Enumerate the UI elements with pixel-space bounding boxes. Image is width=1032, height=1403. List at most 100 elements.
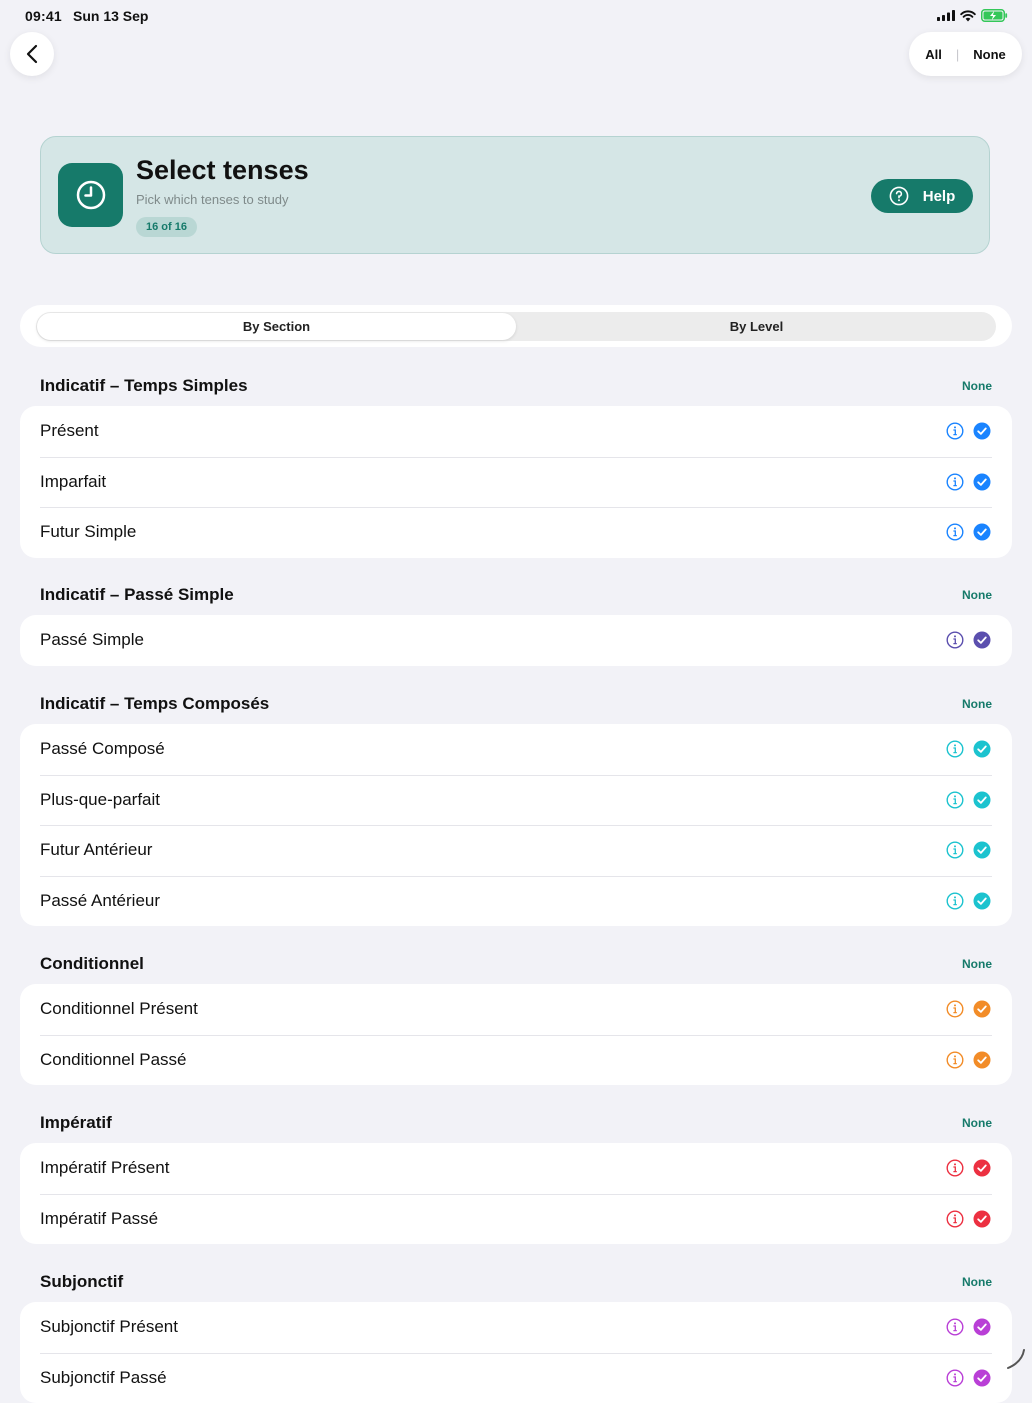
section-header: Indicatif – Temps Composés None bbox=[40, 694, 992, 716]
section-card: Présent Imparfait Futur Simple bbox=[20, 406, 1012, 558]
checkmark-circle-icon[interactable] bbox=[973, 473, 991, 491]
tense-label: Passé Simple bbox=[40, 630, 144, 650]
tense-row[interactable]: Impératif Présent bbox=[20, 1143, 1012, 1194]
selection-count-badge: 16 of 16 bbox=[136, 217, 197, 237]
select-all-button[interactable]: All bbox=[925, 47, 942, 62]
tense-label: Futur Simple bbox=[40, 522, 136, 542]
tense-row[interactable]: Plus-que-parfait bbox=[20, 775, 1012, 826]
info-icon[interactable] bbox=[946, 1210, 964, 1228]
status-icons bbox=[937, 9, 1008, 22]
checkmark-circle-icon[interactable] bbox=[973, 1318, 991, 1336]
header-card: Select tenses Pick which tenses to study… bbox=[40, 136, 990, 254]
section-header: Conditionnel None bbox=[40, 954, 992, 976]
select-all-none-control: All | None bbox=[909, 32, 1022, 76]
tense-row[interactable]: Présent bbox=[20, 406, 1012, 457]
section-card: Passé Composé Plus-que-parfait Futur Antér… bbox=[20, 724, 1012, 926]
checkmark-circle-icon[interactable] bbox=[973, 892, 991, 910]
checkmark-circle-icon[interactable] bbox=[973, 631, 991, 649]
checkmark-circle-icon[interactable] bbox=[973, 841, 991, 859]
section-header: Indicatif – Temps Simples None bbox=[40, 376, 992, 398]
info-icon[interactable] bbox=[946, 1051, 964, 1069]
info-icon[interactable] bbox=[946, 892, 964, 910]
info-icon[interactable] bbox=[946, 791, 964, 809]
section-none-button[interactable]: None bbox=[962, 957, 992, 971]
tense-row[interactable]: Subjonctif Présent bbox=[20, 1302, 1012, 1353]
section-header: Indicatif – Passé Simple None bbox=[40, 585, 992, 607]
info-icon[interactable] bbox=[946, 473, 964, 491]
resize-handle-icon bbox=[1004, 1348, 1026, 1370]
section-none-button[interactable]: None bbox=[962, 697, 992, 711]
checkmark-circle-icon[interactable] bbox=[973, 523, 991, 541]
status-bar: 09:41 Sun 13 Sep bbox=[0, 0, 1032, 32]
view-segmented-control: By Section By Level bbox=[20, 305, 1012, 347]
tense-row[interactable]: Subjonctif Passé bbox=[20, 1353, 1012, 1403]
section-none-button[interactable]: None bbox=[962, 1275, 992, 1289]
page-title: Select tenses bbox=[136, 155, 309, 186]
section-header: Subjonctif None bbox=[40, 1272, 992, 1294]
tab-by-level[interactable]: By Level bbox=[517, 312, 996, 341]
checkmark-circle-icon[interactable] bbox=[973, 422, 991, 440]
help-button[interactable]: Help bbox=[871, 179, 973, 213]
section-header: ImpératifNone bbox=[40, 1113, 992, 1135]
back-button[interactable] bbox=[10, 32, 54, 76]
checkmark-circle-icon[interactable] bbox=[973, 1210, 991, 1228]
section-card: Subjonctif Présent Subjonctif Passé bbox=[20, 1302, 1012, 1403]
tense-label: Imparfait bbox=[40, 472, 106, 492]
tense-label: Futur Antérieur bbox=[40, 840, 152, 860]
section-card: Impératif Présent Impératif Passé bbox=[20, 1143, 1012, 1244]
info-icon[interactable] bbox=[946, 1000, 964, 1018]
section-title: Subjonctif bbox=[40, 1272, 123, 1292]
tense-row[interactable]: Futur Antérieur bbox=[20, 825, 1012, 876]
info-icon[interactable] bbox=[946, 841, 964, 859]
section-none-button[interactable]: None bbox=[962, 379, 992, 393]
tense-row[interactable]: Imparfait bbox=[20, 457, 1012, 508]
tense-row[interactable]: Passé Composé bbox=[20, 724, 1012, 775]
tense-row[interactable]: Conditionnel Passé bbox=[20, 1035, 1012, 1086]
checkmark-circle-icon[interactable] bbox=[973, 1051, 991, 1069]
info-icon[interactable] bbox=[946, 422, 964, 440]
section-none-button[interactable]: None bbox=[962, 1116, 992, 1130]
section-title: Indicatif – Temps Simples bbox=[40, 376, 248, 396]
section-card: Conditionnel PrésentConditionnel Passé bbox=[20, 984, 1012, 1085]
section-title: Indicatif – Passé Simple bbox=[40, 585, 234, 605]
checkmark-circle-icon[interactable] bbox=[973, 791, 991, 809]
checkmark-circle-icon[interactable] bbox=[973, 1000, 991, 1018]
tense-label: Plus-que-parfait bbox=[40, 790, 160, 810]
wifi-icon bbox=[960, 10, 976, 22]
checkmark-circle-icon[interactable] bbox=[973, 1159, 991, 1177]
select-none-button[interactable]: None bbox=[973, 47, 1006, 62]
tense-label: Présent bbox=[40, 421, 99, 441]
info-icon[interactable] bbox=[946, 1318, 964, 1336]
chevron-left-icon bbox=[25, 44, 39, 64]
info-icon[interactable] bbox=[946, 1369, 964, 1387]
section-card: Passé Simple bbox=[20, 615, 1012, 666]
help-label: Help bbox=[923, 188, 956, 205]
divider: | bbox=[956, 47, 959, 62]
status-time: 09:41 bbox=[25, 8, 62, 24]
cellular-signal-icon bbox=[937, 10, 955, 21]
info-icon[interactable] bbox=[946, 631, 964, 649]
info-icon[interactable] bbox=[946, 523, 964, 541]
tense-label: Impératif Présent bbox=[40, 1158, 169, 1178]
info-icon[interactable] bbox=[946, 1159, 964, 1177]
checkmark-circle-icon[interactable] bbox=[973, 740, 991, 758]
tense-row[interactable]: Impératif Passé bbox=[20, 1194, 1012, 1245]
status-date: Sun 13 Sep bbox=[73, 8, 148, 24]
page-subtitle: Pick which tenses to study bbox=[136, 192, 288, 207]
segment-track: By Section By Level bbox=[36, 312, 996, 341]
tense-label: Passé Antérieur bbox=[40, 891, 160, 911]
tense-label: Subjonctif Passé bbox=[40, 1368, 167, 1388]
tab-by-section[interactable]: By Section bbox=[37, 313, 516, 340]
tense-row[interactable]: Futur Simple bbox=[20, 507, 1012, 558]
section-title: Indicatif – Temps Composés bbox=[40, 694, 269, 714]
tense-row[interactable]: Passé Antérieur bbox=[20, 876, 1012, 927]
tense-label: Subjonctif Présent bbox=[40, 1317, 178, 1337]
info-icon[interactable] bbox=[946, 740, 964, 758]
tense-label: Impératif Passé bbox=[40, 1209, 158, 1229]
tense-row[interactable]: Passé Simple bbox=[20, 615, 1012, 666]
section-title: Conditionnel bbox=[40, 954, 144, 974]
section-none-button[interactable]: None bbox=[962, 588, 992, 602]
checkmark-circle-icon[interactable] bbox=[973, 1369, 991, 1387]
tense-label: Passé Composé bbox=[40, 739, 165, 759]
tense-row[interactable]: Conditionnel Présent bbox=[20, 984, 1012, 1035]
